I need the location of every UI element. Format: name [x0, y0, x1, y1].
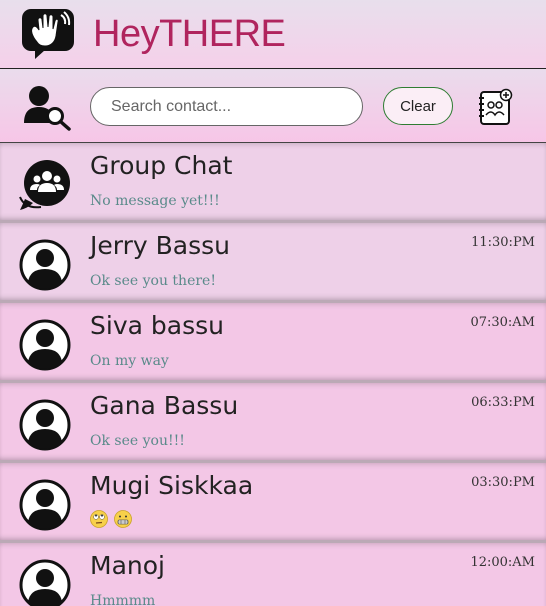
chat-name: Manoj — [90, 551, 165, 580]
clear-button[interactable]: Clear — [383, 87, 453, 125]
chat-last-message — [90, 509, 134, 529]
chat-timestamp: 11:30:PM — [471, 235, 535, 250]
chat-name: Jerry Bassu — [90, 231, 230, 260]
user-avatar-icon — [19, 399, 71, 451]
user-avatar-icon — [19, 319, 71, 371]
chat-last-message: Ok see you!!! — [90, 433, 185, 449]
chat-item-mugi-siskkaa[interactable]: Mugi Siskkaa 03:30:PM — [0, 463, 546, 543]
chat-item-gana-bassu[interactable]: Gana Bassu Ok see you!!! 06:33:PM — [0, 383, 546, 463]
chat-last-message: No message yet!!! — [90, 193, 220, 209]
user-avatar-icon — [19, 479, 71, 531]
chat-name: Siva bassu — [90, 311, 224, 340]
chat-last-message: Hmmmm — [90, 593, 156, 606]
waving-hand-logo-icon — [22, 9, 74, 59]
chat-name: Mugi Siskkaa — [90, 471, 254, 500]
user-avatar-icon — [19, 559, 71, 606]
chat-name: Group Chat — [90, 151, 233, 180]
chat-last-message: Ok see you there! — [90, 273, 216, 289]
app-header: HeyTHERE — [0, 0, 546, 69]
chat-item-manoj[interactable]: Manoj Hmmmm 12:00:AM — [0, 543, 546, 606]
chat-item-group-chat[interactable]: Group Chat No message yet!!! — [0, 143, 546, 223]
user-avatar-icon — [19, 239, 71, 291]
chat-name: Gana Bassu — [90, 391, 239, 420]
grimace-emoji-icon — [114, 510, 133, 528]
chat-timestamp: 03:30:PM — [471, 475, 535, 490]
user-search-icon[interactable] — [22, 83, 72, 131]
app-title: HeyTHERE — [93, 13, 286, 55]
chat-timestamp: 07:30:AM — [470, 315, 535, 330]
group-chat-icon — [19, 160, 70, 210]
search-input[interactable] — [90, 87, 363, 126]
search-toolbar: Clear — [0, 69, 546, 143]
chat-timestamp: 06:33:PM — [471, 395, 535, 410]
chat-item-siva-bassu[interactable]: Siva bassu On my way 07:30:AM — [0, 303, 546, 383]
chat-item-jerry-bassu[interactable]: Jerry Bassu Ok see you there! 11:30:PM — [0, 223, 546, 303]
chat-list: Group Chat No message yet!!! Jerry Bassu… — [0, 143, 546, 606]
chat-last-message: On my way — [90, 353, 169, 369]
rolling-eyes-emoji-icon — [90, 510, 108, 528]
contacts-book-icon[interactable] — [476, 88, 514, 126]
chat-timestamp: 12:00:AM — [470, 555, 535, 570]
